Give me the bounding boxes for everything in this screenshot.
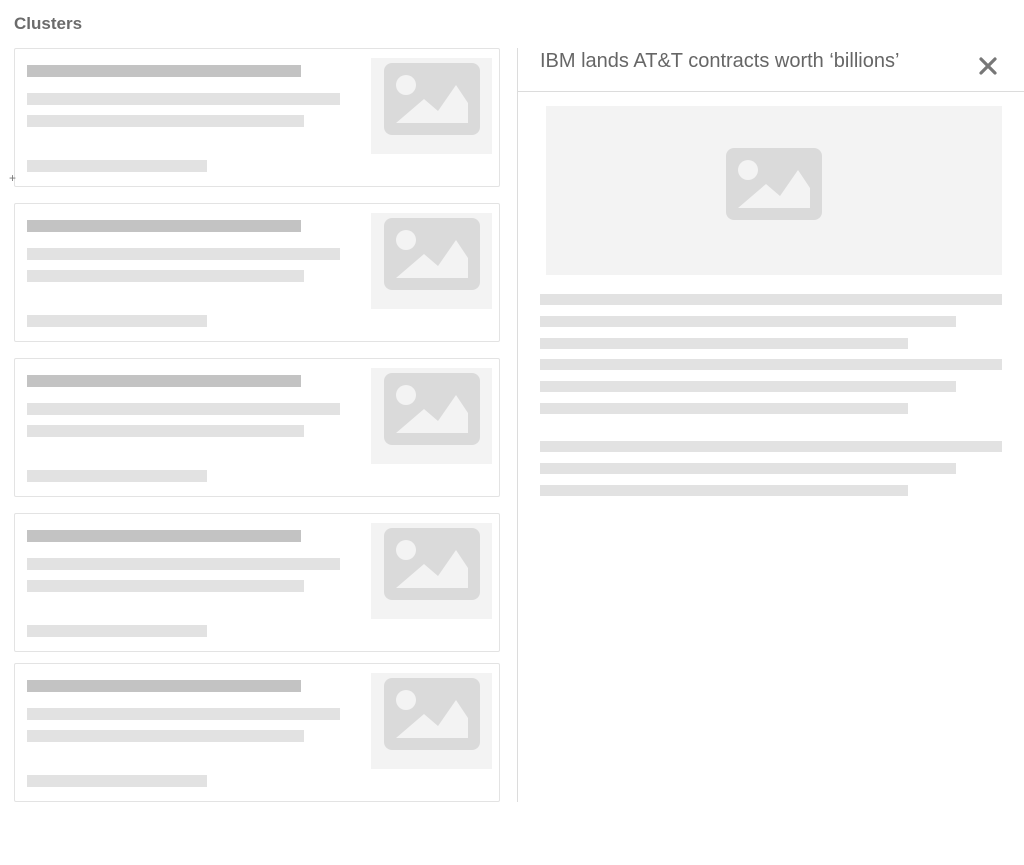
body-text-placeholder [540, 381, 956, 392]
card-text-placeholder [27, 248, 340, 260]
card-title-placeholder [27, 680, 301, 692]
card-text-placeholder [27, 730, 304, 742]
image-placeholder-icon [726, 148, 822, 220]
card-text-placeholder [27, 425, 304, 437]
card-text-placeholder [27, 115, 304, 127]
detail-title: IBM lands AT&T contracts worth ‘billions… [540, 50, 900, 72]
body-text-placeholder [540, 463, 956, 474]
image-placeholder-icon [384, 218, 480, 290]
clusters-page: Clusters + IBM lands AT&T contracts wort… [0, 0, 1024, 865]
card-title-placeholder [27, 375, 301, 387]
image-placeholder-icon [384, 63, 480, 135]
card-text-placeholder [27, 558, 340, 570]
detail-header-divider [518, 91, 1024, 92]
card-text-placeholder [27, 580, 304, 592]
image-placeholder-icon [384, 678, 480, 750]
card-title-placeholder [27, 530, 301, 542]
panel-divider [517, 48, 518, 802]
body-text-placeholder [540, 294, 1002, 305]
card-meta-placeholder [27, 315, 207, 327]
cursor-crosshair: + [9, 171, 17, 185]
card-title-placeholder [27, 65, 301, 77]
body-text-placeholder [540, 485, 908, 496]
image-placeholder-icon [384, 528, 480, 600]
cluster-card[interactable] [14, 663, 500, 802]
card-meta-placeholder [27, 470, 207, 482]
body-text-placeholder [540, 441, 1002, 452]
cluster-card[interactable] [14, 48, 500, 187]
card-thumbnail [371, 368, 492, 464]
card-meta-placeholder [27, 160, 207, 172]
image-placeholder-icon [384, 373, 480, 445]
body-text-placeholder [540, 338, 908, 349]
card-title-placeholder [27, 220, 301, 232]
card-meta-placeholder [27, 775, 207, 787]
card-thumbnail [371, 523, 492, 619]
detail-hero-image [546, 106, 1002, 275]
cluster-card[interactable] [14, 513, 500, 652]
cluster-card[interactable] [14, 358, 500, 497]
card-text-placeholder [27, 93, 340, 105]
body-text-placeholder [540, 316, 956, 327]
body-text-placeholder [540, 403, 908, 414]
body-text-placeholder [540, 359, 1002, 370]
card-text-placeholder [27, 708, 340, 720]
card-text-placeholder [27, 270, 304, 282]
card-thumbnail [371, 58, 492, 154]
card-thumbnail [371, 673, 492, 769]
close-button[interactable] [974, 52, 1002, 80]
cluster-card[interactable] [14, 203, 500, 342]
card-text-placeholder [27, 403, 340, 415]
card-thumbnail [371, 213, 492, 309]
card-meta-placeholder [27, 625, 207, 637]
close-icon [979, 57, 997, 75]
page-title: Clusters [14, 14, 83, 33]
